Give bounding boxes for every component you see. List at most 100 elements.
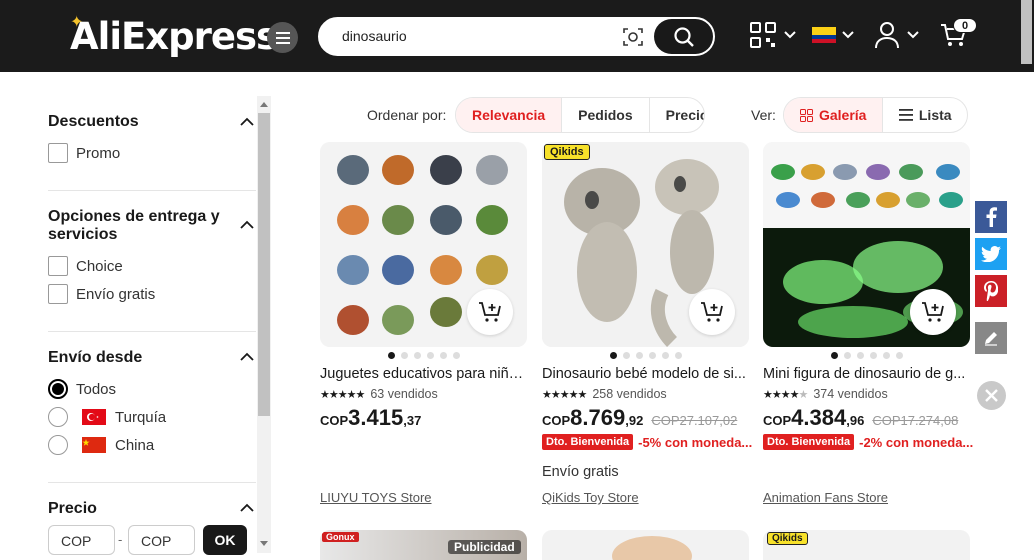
add-to-cart-button[interactable] [910, 289, 956, 335]
chevron-down-icon [907, 31, 919, 39]
store-link[interactable]: LIUYU TOYS Store [320, 490, 432, 505]
chevron-up-icon[interactable] [240, 501, 254, 515]
qr-code-menu[interactable] [750, 20, 796, 50]
grid-icon [799, 108, 813, 122]
store-link[interactable]: QiKids Toy Store [542, 490, 639, 505]
product-title[interactable]: Mini figura de dinosaurio de g... [763, 366, 970, 382]
close-share-button[interactable] [977, 381, 1006, 410]
gallery-label: Galería [818, 107, 867, 123]
coin-discount-text: -5% con moneda... [638, 434, 753, 450]
chevron-up-icon[interactable] [240, 115, 254, 129]
ships-from-all[interactable]: Todos [48, 379, 116, 399]
sort-tabs: Relevancia Pedidos Precio [455, 97, 705, 133]
original-price: COP27.107,02 [651, 413, 738, 428]
scroll-down-arrow-icon[interactable] [259, 540, 269, 548]
pinterest-share-button[interactable] [975, 275, 1007, 307]
price-currency: COP [320, 413, 349, 428]
promo-row: Dto. Bienvenida -5% con moneda... [542, 434, 752, 450]
view-toggle: Galería Lista [783, 97, 968, 133]
promo-filter[interactable]: Promo [48, 143, 120, 163]
sidebar-scrollbar-thumb[interactable] [258, 113, 270, 416]
sort-by-label: Ordenar por: [367, 107, 447, 123]
edit-share-button[interactable] [975, 322, 1007, 354]
ships-from-turkey[interactable]: Turquía [48, 407, 166, 427]
sort-tab-orders[interactable]: Pedidos [562, 98, 650, 132]
country-selector[interactable] [812, 20, 854, 50]
facebook-share-button[interactable] [975, 201, 1007, 233]
search-bar [318, 17, 715, 56]
price-ok-button[interactable]: OK [203, 525, 247, 555]
account-menu[interactable] [874, 20, 919, 50]
min-price-input[interactable]: COP [48, 525, 115, 555]
page-scrollbar-track[interactable] [1019, 72, 1034, 553]
free-shipping-filter[interactable]: Envío gratis [48, 284, 155, 304]
price-separator: - [118, 532, 123, 547]
sold-count: 63 vendidos [370, 387, 438, 401]
all-label: Todos [76, 380, 117, 398]
china-radio[interactable] [48, 435, 68, 455]
rating-stars-icon: ★★★★★ [542, 388, 587, 401]
close-icon [985, 389, 998, 402]
gallery-view-button[interactable]: Galería [784, 98, 884, 132]
ships-from-china[interactable]: China [48, 435, 154, 455]
max-price-input[interactable]: COP [128, 525, 195, 555]
price-decimal: ,37 [403, 413, 422, 428]
sort-tab-relevance[interactable]: Relevancia [456, 98, 563, 132]
product-price: COP 4.384 ,96 COP17.274,08 [763, 405, 958, 431]
price-title: Precio [48, 500, 97, 517]
user-icon [875, 22, 899, 49]
list-icon [898, 109, 913, 121]
sort-tab-price[interactable]: Precio [650, 98, 704, 132]
scroll-up-arrow-icon[interactable] [259, 100, 269, 108]
free-shipping-label: Envío gratis [76, 285, 156, 303]
add-to-cart-icon [922, 302, 944, 322]
hamburger-icon [275, 31, 290, 44]
list-view-button[interactable]: Lista [883, 98, 967, 132]
menu-button[interactable] [267, 22, 298, 53]
turkey-label: Turquía [115, 408, 167, 426]
price-integer: 3.415 [348, 405, 404, 430]
all-radio[interactable] [48, 379, 68, 399]
brand-badge: Qikids [544, 144, 590, 160]
cart-count-badge: 0 [953, 18, 977, 33]
price-integer: 4.384 [791, 405, 847, 430]
free-shipping-checkbox[interactable] [48, 284, 68, 304]
coin-discount-text: -2% con moneda... [859, 434, 974, 450]
image-carousel-dots [320, 352, 527, 359]
choice-checkbox[interactable] [48, 256, 68, 276]
product-title[interactable]: Juguetes educativos para niños... [320, 366, 527, 382]
choice-filter[interactable]: Choice [48, 256, 123, 276]
search-icon [673, 26, 694, 47]
search-input[interactable] [342, 28, 602, 44]
add-to-cart-icon [701, 302, 723, 322]
china-flag-icon [82, 437, 106, 453]
edit-icon [985, 332, 997, 346]
top-header: ✦ AliExpress dinosaurio 0 [0, 0, 1034, 72]
page-scrollbar-thumb[interactable] [1021, 0, 1032, 64]
turkey-radio[interactable] [48, 407, 68, 427]
price-integer: 8.769 [570, 405, 626, 430]
product-card[interactable] [542, 530, 749, 560]
add-to-cart-button[interactable] [689, 289, 735, 335]
colombia-flag-icon [812, 27, 836, 43]
promo-checkbox[interactable] [48, 143, 68, 163]
search-button[interactable] [654, 19, 713, 54]
image-search-icon[interactable] [622, 26, 644, 48]
product-card[interactable]: Qikids [763, 530, 970, 560]
twitter-share-button[interactable] [975, 238, 1007, 270]
chevron-up-icon[interactable] [240, 350, 254, 364]
image-carousel-dots [542, 352, 749, 359]
aliexpress-logo[interactable]: ✦ AliExpress [70, 12, 278, 58]
product-title[interactable]: Dinosaurio bebé modelo de si... [542, 366, 749, 382]
free-shipping-text: Envío gratis [542, 464, 619, 480]
store-link[interactable]: Animation Fans Store [763, 490, 888, 505]
image-carousel-dots [763, 352, 970, 359]
chevron-up-icon[interactable] [240, 218, 254, 232]
add-to-cart-button[interactable] [467, 289, 513, 335]
product-image[interactable] [612, 536, 692, 560]
choice-label: Choice [76, 257, 123, 275]
product-card[interactable]: Gonux Publicidad [320, 530, 527, 560]
brand-badge: Gonux [322, 532, 359, 542]
divider [48, 331, 256, 332]
original-price: COP17.274,08 [872, 413, 959, 428]
